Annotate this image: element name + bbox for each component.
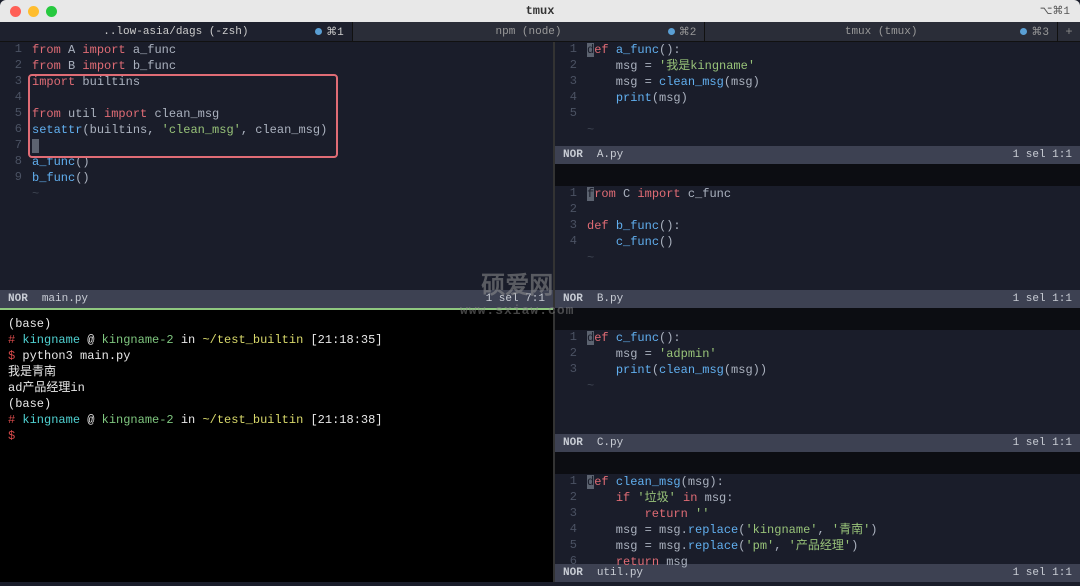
file-name: A.py	[597, 149, 623, 161]
window-title: tmux	[0, 4, 1080, 18]
status-bar-b: NOR B.py 1 sel 1:1	[555, 290, 1080, 308]
editor-pane-main[interactable]: 123456789from A import a_funcfrom B impo…	[0, 42, 553, 290]
mode-indicator: NOR	[8, 293, 28, 305]
status-bar-c: NOR C.py 1 sel 1:1	[555, 434, 1080, 452]
mode-indicator: NOR	[563, 149, 583, 161]
mode-indicator: NOR	[563, 293, 583, 305]
editor-pane-a[interactable]: 12345def a_func(): msg = '我是kingname' ms…	[555, 42, 1080, 146]
right-column: 12345def a_func(): msg = '我是kingname' ms…	[555, 42, 1080, 582]
terminal-tab[interactable]: tmux (tmux) ⌘3	[705, 22, 1058, 41]
tab-label: ..low-asia/dags (-zsh)	[103, 26, 248, 38]
terminal-tab[interactable]: npm (node) ⌘2	[353, 22, 706, 41]
workspace: 123456789from A import a_funcfrom B impo…	[0, 42, 1080, 582]
cursor-position: 1 sel 1:1	[1013, 149, 1072, 161]
tab-bar: ..low-asia/dags (-zsh) ⌘1 npm (node) ⌘2 tmux…	[0, 22, 1080, 42]
status-bar-a: NOR A.py 1 sel 1:1	[555, 146, 1080, 164]
file-name: main.py	[42, 293, 88, 305]
cursor-position: 1 sel 7:1	[486, 293, 545, 305]
mode-indicator: NOR	[563, 437, 583, 449]
left-column: 123456789from A import a_funcfrom B impo…	[0, 42, 555, 582]
file-name: C.py	[597, 437, 623, 449]
window-titlebar: tmux ⌥⌘1	[0, 0, 1080, 22]
terminal-pane[interactable]: (base)# kingname @ kingname-2 in ~/test_…	[0, 310, 553, 582]
editor-pane-b[interactable]: 1234from C import c_funcdef b_func(): c_…	[555, 186, 1080, 290]
tab-label: npm (node)	[496, 26, 562, 38]
cursor-position: 1 sel 1:1	[1013, 437, 1072, 449]
status-bar-main: NOR main.py 1 sel 7:1	[0, 290, 553, 308]
tab-shortcut: ⌘3	[1020, 25, 1049, 39]
tab-label: tmux (tmux)	[845, 26, 918, 38]
new-tab-button[interactable]: +	[1058, 22, 1080, 41]
file-name: B.py	[597, 293, 623, 305]
editor-pane-c[interactable]: 123def c_func(): msg = 'adpmin' print(cl…	[555, 330, 1080, 434]
cursor-position: 1 sel 1:1	[1013, 293, 1072, 305]
terminal-tab[interactable]: ..low-asia/dags (-zsh) ⌘1	[0, 22, 353, 41]
editor-pane-util[interactable]: 123456def clean_msg(msg): if '垃圾' in msg…	[555, 474, 1080, 564]
tab-shortcut: ⌘2	[668, 25, 697, 39]
window-shortcut-hint: ⌥⌘1	[1040, 4, 1070, 18]
tab-shortcut: ⌘1	[315, 25, 344, 39]
